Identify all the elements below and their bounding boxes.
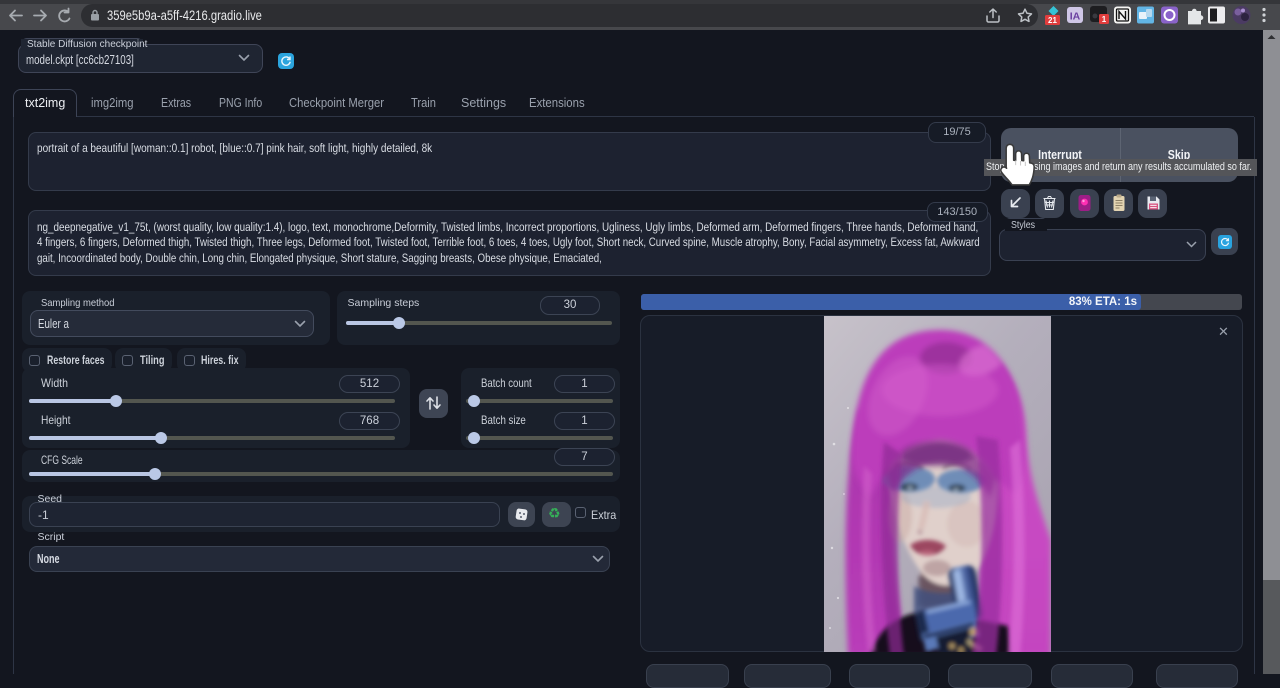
svg-text:1: 1: [1102, 15, 1107, 24]
svg-text:21: 21: [1048, 16, 1057, 25]
svg-text:IA: IA: [1070, 11, 1081, 23]
